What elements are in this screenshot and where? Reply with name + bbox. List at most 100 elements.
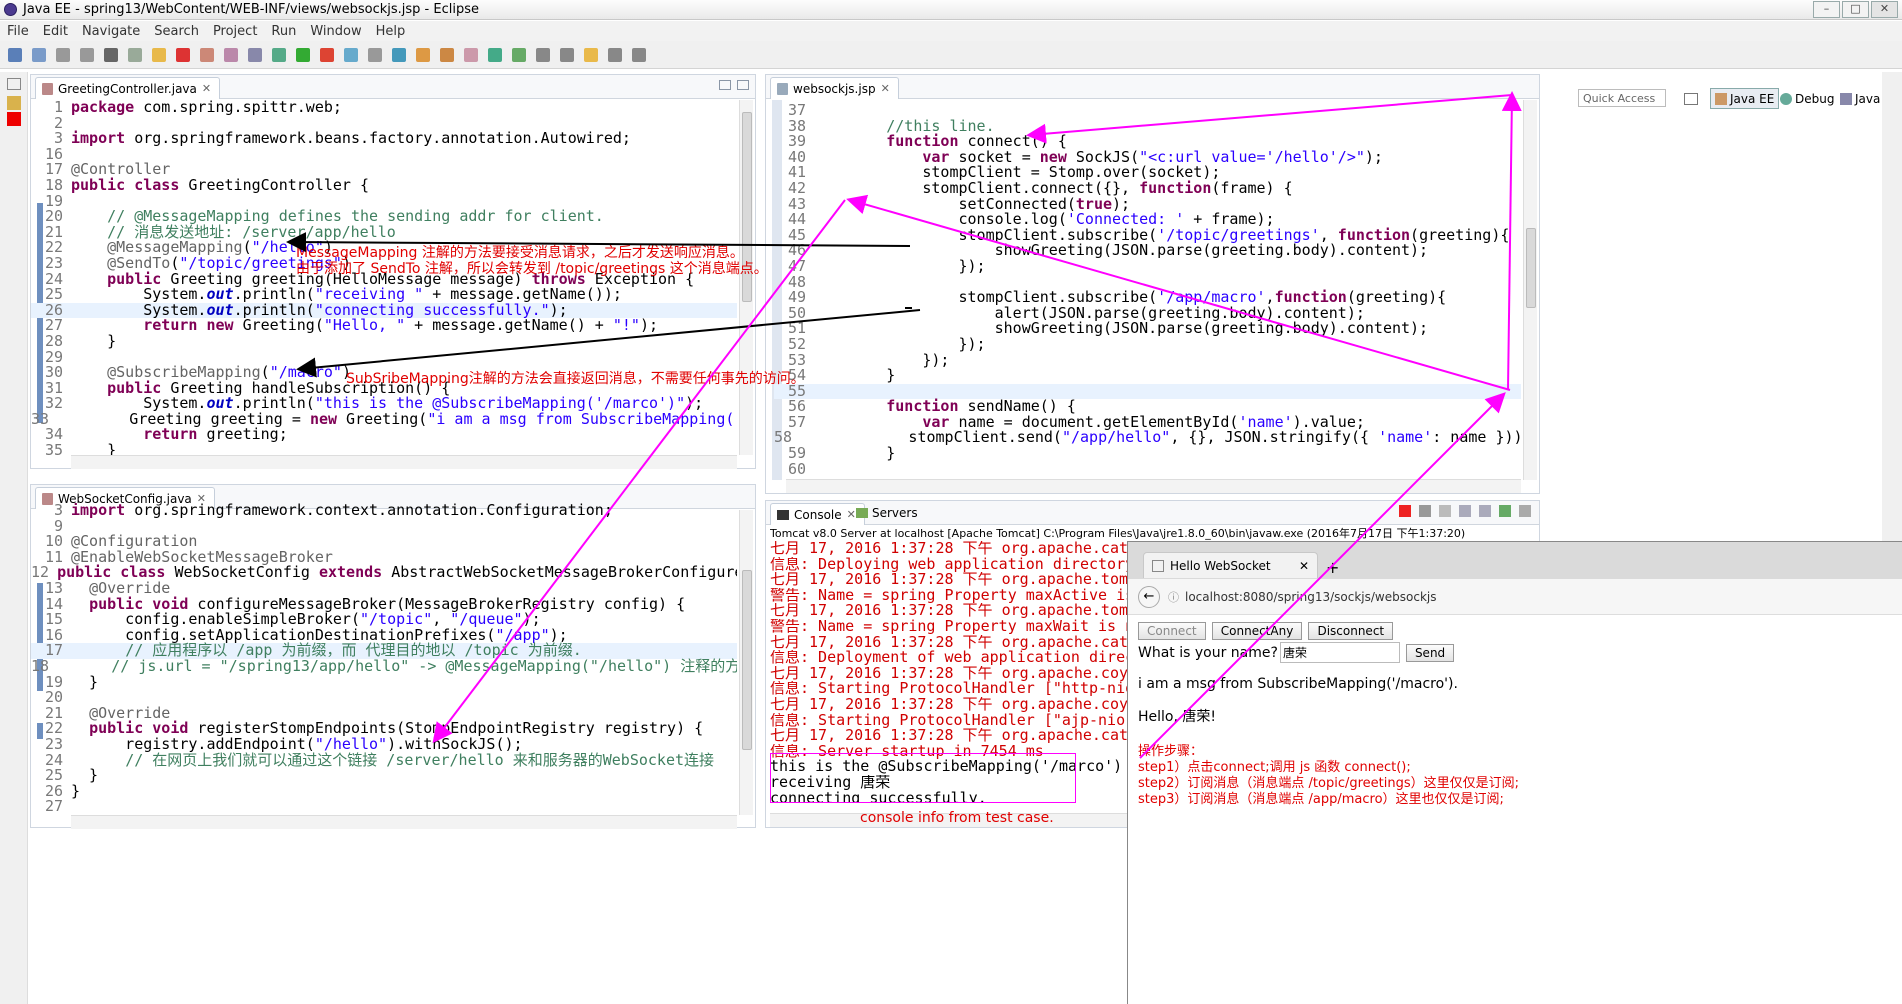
code-line: 47 }); [774,258,1521,275]
suspend-icon[interactable] [152,48,166,62]
back-icon[interactable]: ← [1138,585,1160,608]
close-tab-icon[interactable]: ✕ [1299,559,1309,573]
debug-icon [1780,92,1792,105]
open-perspective-button[interactable] [1680,88,1702,109]
remove-launch-icon[interactable] [1419,505,1431,517]
servers-icon [856,508,868,518]
save-icon[interactable] [32,48,46,62]
maximize-button[interactable]: □ [1842,1,1869,18]
close-tab-icon[interactable]: ✕ [847,508,856,521]
step-over-icon[interactable] [248,48,262,62]
step-return-icon[interactable] [272,48,286,62]
menu-item[interactable]: Run [264,24,303,39]
java-icon [1840,92,1852,105]
maximize-view-icon[interactable] [737,80,749,90]
connectany-button[interactable]: ConnectAny [1211,622,1303,640]
prev-annotation-icon[interactable] [536,48,550,62]
vertical-scrollbar[interactable] [1523,100,1537,480]
word-wrap-icon[interactable] [1479,505,1491,517]
debug-run-icon[interactable] [320,48,334,62]
horizontal-scrollbar[interactable] [71,455,737,469]
perspective-java[interactable]: Java [1836,88,1884,109]
code-text: } [814,444,896,463]
new-icon[interactable] [8,48,22,62]
run-icon[interactable] [296,48,310,62]
tab-websockjs[interactable]: websockjs.jsp ✕ [770,77,899,99]
code-text: // 在网页上我们就可以通过这个链接 /server/hello 来和服务器的W… [125,750,715,769]
highlight-box [770,753,1076,803]
tab-console[interactable]: Console ✕ [770,503,865,525]
line-number: 60 [787,459,806,478]
browser-tab[interactable]: Hello WebSocket ✕ [1143,552,1318,578]
vertical-scrollbar[interactable] [739,100,753,455]
menu-item[interactable]: Project [206,24,264,39]
print-icon[interactable] [80,48,94,62]
pin-icon[interactable] [632,48,646,62]
close-window-button[interactable]: ✕ [1871,1,1898,18]
code-line: 3 import org.springframework.beans.factor… [31,130,737,147]
send-button[interactable]: Send [1405,643,1455,662]
console-toolbar [1399,505,1531,517]
menu-item[interactable]: Edit [36,24,75,39]
menu-item[interactable]: Window [303,24,368,39]
quick-access-input[interactable]: Quick Access [1578,89,1666,107]
last-edit-icon[interactable] [560,48,574,62]
minimize-view-icon[interactable] [719,80,731,90]
pin-console-icon[interactable] [1499,505,1511,517]
left-trim-stack [0,72,28,1004]
scroll-thumb[interactable] [1526,228,1536,308]
connect-button[interactable]: Connect [1138,622,1206,640]
console-line: 信息: Starting ProtocolHandler ["http-nio-… [770,681,1130,697]
annotation-nav-icon[interactable] [464,48,478,62]
minimize-button[interactable]: – [1813,1,1840,18]
code-line: 3 import org.springframework.context.anno… [31,503,737,519]
skip-breakpoints-icon[interactable] [104,48,118,62]
menu-item[interactable]: Help [369,24,413,39]
external-tools-icon[interactable] [344,48,358,62]
remove-all-icon[interactable] [1439,505,1451,517]
code-area[interactable]: 37 38 //this line. 39 function connect() {… [774,103,1521,483]
horizontal-scrollbar[interactable] [71,815,737,829]
perspective-javaee[interactable]: Java EE [1710,88,1780,109]
close-tab-icon[interactable]: ✕ [881,82,890,95]
servers-icon[interactable] [7,112,21,126]
open-type-icon[interactable] [416,48,430,62]
search-icon[interactable] [440,48,454,62]
forward-icon[interactable] [608,48,622,62]
perspective-debug[interactable]: Debug [1776,88,1838,109]
restore-view-icon[interactable] [7,78,21,90]
address-bar: ← ⓘ localhost:8080/spring13/sockjs/webso… [1128,579,1902,615]
new-server-icon[interactable] [368,48,382,62]
disconnect-button[interactable]: Disconnect [1308,622,1394,640]
terminate-icon[interactable] [1399,505,1411,517]
menu-item[interactable]: Search [147,24,206,39]
back-icon[interactable] [584,48,598,62]
next-annotation-icon[interactable] [512,48,526,62]
step-3: step3）订阅消息（消息端点 /app/macro）这里也仅仅是订阅; [1138,792,1504,807]
window-controls: – □ ✕ [1813,1,1898,18]
horizontal-scrollbar[interactable] [786,479,1521,493]
close-tab-icon[interactable]: ✕ [202,82,211,95]
url-field[interactable]: localhost:8080/spring13/sockjs/websockjs [1185,590,1436,604]
name-input[interactable]: 唐荣 [1279,642,1400,663]
perspective-debug-label: Debug [1795,91,1835,106]
tab-servers[interactable]: Servers [856,506,918,520]
code-area[interactable]: 1 package com.spring.spittr.web; 2 3 import … [31,100,737,455]
display-console-icon[interactable] [1519,505,1531,517]
new-tab-icon[interactable]: + [1326,558,1339,577]
resume-icon[interactable] [128,48,142,62]
globe-icon[interactable] [488,48,502,62]
menu-item[interactable]: File [0,24,36,39]
new-class-icon[interactable] [392,48,406,62]
step-into-icon[interactable] [224,48,238,62]
menu-item[interactable]: Navigate [75,24,147,39]
code-area[interactable]: 3 import org.springframework.context.anno… [31,503,737,815]
save-all-icon[interactable] [56,48,70,62]
scroll-lock-icon[interactable] [1459,505,1471,517]
tab-greeting-controller[interactable]: GreetingController.java ✕ [35,77,221,99]
vertical-scrollbar[interactable] [739,510,753,815]
package-explorer-icon[interactable] [7,96,21,110]
disconnect-icon[interactable] [200,48,214,62]
scroll-thumb[interactable] [742,570,752,750]
terminate-icon[interactable] [176,48,190,62]
